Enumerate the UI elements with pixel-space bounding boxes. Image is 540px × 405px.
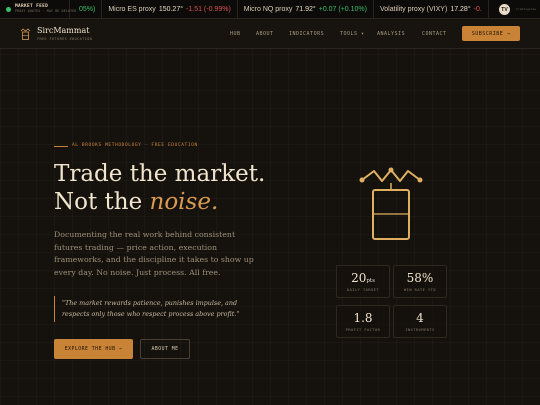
eyebrow-divider bbox=[54, 146, 68, 147]
ticker-item-micro-nq[interactable]: Micro NQ proxy 71.92° +0.07 (+0.10%) bbox=[238, 0, 374, 18]
ticker-name: Micro NQ proxy bbox=[243, 5, 293, 13]
ticker-name: Micro ES proxy bbox=[108, 5, 156, 13]
hero-title-line2-text: Not the bbox=[54, 189, 150, 215]
nav-links: HUB ABOUT INDICATORS TOOLS ▾ ANALYSIS CO… bbox=[0, 31, 540, 39]
ticker-change: -0. bbox=[473, 5, 482, 13]
stat-value: 58% bbox=[406, 271, 434, 285]
market-ticker: MARKET FEED PROXY QUOTES · MAY BE DELAYE… bbox=[0, 0, 540, 19]
quote-accent-bar bbox=[54, 296, 55, 322]
nav-link-hub[interactable]: HUB bbox=[230, 31, 241, 37]
stat-card-profit-factor: 1.8 PROFIT FACTOR bbox=[336, 305, 390, 338]
tradingview-badge[interactable]: TV bbox=[499, 4, 510, 15]
hero-title-emphasis: noise. bbox=[149, 189, 219, 215]
live-dot-icon bbox=[6, 6, 11, 12]
tradingview-link[interactable]: tradingview bbox=[516, 7, 536, 11]
nav-link-contact[interactable]: CONTACT bbox=[422, 31, 447, 37]
nav-link-about[interactable]: ABOUT bbox=[256, 31, 274, 37]
stat-card-daily-target: 20pts DAILY TARGET bbox=[336, 265, 390, 298]
stat-label: WIN RATE YTD bbox=[404, 288, 436, 292]
nav-link-indicators[interactable]: INDICATORS bbox=[289, 31, 324, 37]
stat-number: 20 bbox=[351, 271, 367, 285]
ticker-value: 150.27° bbox=[158, 5, 184, 13]
hero-quote: "The market rewards patience, punishes i… bbox=[62, 299, 240, 318]
hero-description: Documenting the real work behind consist… bbox=[54, 230, 254, 278]
stat-unit: pts bbox=[366, 278, 375, 284]
ticker-item[interactable]: 05%) bbox=[70, 0, 103, 18]
ticker-item-micro-es[interactable]: Micro ES proxy 150.27° -1.51 (-0.99%) bbox=[102, 0, 238, 18]
subscribe-button[interactable]: SUBSCRIBE → bbox=[462, 26, 520, 41]
nav-link-tools[interactable]: TOOLS ▾ bbox=[340, 31, 365, 37]
stat-label: DAILY TARGET bbox=[347, 288, 379, 292]
hero-title-line2: Not the noise. bbox=[54, 188, 265, 216]
ticker-value: 71.92° bbox=[295, 5, 316, 13]
hero-title: Trade the market. Not the noise. bbox=[54, 160, 265, 216]
feed-subtitle: PROXY QUOTES · MAY BE DELAYED bbox=[15, 9, 77, 14]
nav-link-analysis[interactable]: ANALYSIS bbox=[377, 31, 405, 37]
explore-hub-button[interactable]: EXPLORE THE HUB → bbox=[54, 339, 133, 359]
stat-value: 4 bbox=[416, 311, 424, 325]
hero-title-line1: Trade the market. bbox=[54, 161, 266, 187]
ticker-value: 05%) bbox=[79, 5, 96, 13]
stat-label: INSTRUMENTS bbox=[405, 328, 435, 332]
stat-card-instruments: 4 INSTRUMENTS bbox=[393, 305, 447, 338]
ticker-name: Volatility proxy (VIXY) bbox=[380, 5, 448, 13]
stat-card-win-rate: 58% WIN RATE YTD bbox=[393, 265, 447, 298]
stat-value: 1.8 bbox=[353, 311, 373, 325]
market-feed-label: MARKET FEED PROXY QUOTES · MAY BE DELAYE… bbox=[0, 0, 76, 18]
ticker-item-vixy[interactable]: Volatility proxy (VIXY) 17.28° -0. bbox=[374, 0, 489, 18]
crown-candle-icon bbox=[359, 167, 423, 240]
about-me-button[interactable]: ABOUT ME bbox=[140, 339, 190, 359]
hero-eyebrow: AL BROOKS METHODOLOGY · FREE EDUCATION bbox=[72, 143, 198, 148]
ticker-change: +0.07 (+0.10%) bbox=[318, 5, 367, 13]
ticker-change: -1.51 (-0.99%) bbox=[186, 5, 231, 13]
top-navigation: SircMammat FREE FUTURES EDUCATION HUB AB… bbox=[0, 19, 540, 49]
ticker-value: 17.28° bbox=[450, 5, 471, 13]
stat-value: 20pts bbox=[337, 271, 389, 285]
stat-label: PROFIT FACTOR bbox=[345, 328, 381, 332]
